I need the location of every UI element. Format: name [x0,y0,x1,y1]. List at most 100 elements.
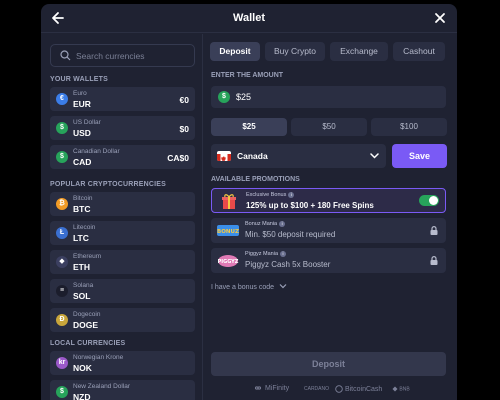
crypto-item-eth[interactable]: ◆ Ethereum ETH [50,250,195,274]
ltc-icon: Ł [56,227,68,239]
quick-amount-25[interactable]: $25 [211,118,287,136]
currency-code: ETH [73,262,90,272]
local-item-nok[interactable]: kr Norwegian Krone NOK [50,351,195,375]
currency-name: New Zealand Dollar [73,383,131,390]
section-local-title: LOCAL CURRENCIES [50,340,126,347]
bitcoincash-icon [335,385,343,393]
tab-exchange[interactable]: Exchange [330,42,388,61]
promotion-piggyz-mania[interactable]: PIGGYZ Piggyz Mania i Piggyz Cash 5x Boos… [211,248,446,273]
currency-code: CAD [73,157,92,167]
currency-code: LTC [73,233,89,243]
payment-logo-bnb: BNB [392,386,410,392]
tab-deposit[interactable]: Deposit [210,42,260,61]
crypto-item-doge[interactable]: Ð Dogecoin DOGE [50,308,195,332]
deposit-button[interactable]: Deposit [211,352,446,376]
close-icon [435,13,445,23]
bonus-code-toggle[interactable]: I have a bonus code [211,283,287,291]
bonus-code-label: I have a bonus code [211,284,275,291]
currency-name: Euro [73,90,87,97]
bnb-icon [392,386,398,392]
info-icon[interactable]: i [288,192,295,198]
usd-icon: $ [56,122,68,134]
country-select[interactable]: Canada [211,144,386,168]
currency-balance: €0 [179,95,189,105]
section-wallets-title: YOUR WALLETS [50,76,109,83]
promotion-text: Piggyz Cash 5x Booster [245,260,331,269]
promotion-tag: Bonuz Mania [245,221,278,227]
currency-code: BTC [73,204,91,214]
currency-sidebar: Search currencies YOUR WALLETS € Euro EUR €… [41,34,203,400]
currency-code: SOL [73,291,91,301]
promotion-exclusive-bonus[interactable]: Exclusive Bonus i 125% up to $100 + 180 F… [211,188,446,213]
wallets-item-eur[interactable]: € Euro EUR €0 [50,87,195,111]
lock-icon [430,226,438,235]
section-crypto-title: POPULAR CRYPTOCURRENCIES [50,181,167,188]
tab-buy-crypto[interactable]: Buy Crypto [265,42,325,61]
currency-name: Ethereum [73,253,102,260]
chevron-down-icon [279,284,287,289]
quick-amount-50[interactable]: $50 [291,118,367,136]
promotion-text: Min. $50 deposit required [245,230,336,239]
currency-balance: $0 [179,124,189,134]
tab-bar: Deposit Buy Crypto Exchange Cashout [210,42,450,61]
tab-cashout[interactable]: Cashout [393,42,445,61]
promotions-label: AVAILABLE PROMOTIONS [211,176,300,183]
lock-icon [430,256,438,265]
wallet-modal: Wallet Search currencies YOUR WALLETS € E… [41,4,457,400]
btc-icon: ₿ [56,198,68,210]
crypto-item-btc[interactable]: ₿ Bitcoin BTC [50,192,195,216]
currency-name: Dogecoin [73,311,101,318]
eur-icon: € [56,93,68,105]
currency-code: NZD [73,392,91,400]
close-button[interactable] [434,10,446,30]
bonuz-mania-logo: BONUZ [217,225,239,236]
amount-field[interactable]: $ $25 [211,86,446,108]
amount-label: ENTER THE AMOUNT [211,72,284,79]
currency-code: DOGE [73,320,99,330]
header: Wallet [41,4,457,33]
search-icon [60,50,71,61]
piggyz-mania-logo: PIGGYZ [218,255,239,267]
payment-logo-cardano: CARDANO [304,386,330,392]
info-icon[interactable]: i [279,221,286,227]
currency-balance: CA$0 [167,153,189,163]
chevron-down-icon [370,150,379,164]
crypto-item-sol[interactable]: ≡ Solana SOL [50,279,195,303]
gift-icon [222,194,236,209]
amount-value[interactable]: $25 [236,92,251,102]
quick-amount-100[interactable]: $100 [371,118,447,136]
currency-name: Norwegian Krone [73,354,124,361]
currency-code: USD [73,128,91,138]
sol-icon: ≡ [56,285,68,297]
local-item-nzd[interactable]: $ New Zealand Dollar NZD [50,380,195,400]
promotion-text: 125% up to $100 + 180 Free Spins [246,201,374,210]
currency-name: Litecoin [73,224,96,231]
promotion-bonuz-mania[interactable]: BONUZ Bonuz Mania i Min. $50 deposit requ… [211,218,446,243]
svg-text:PIGGYZ: PIGGYZ [218,259,239,265]
search-input[interactable]: Search currencies [76,51,145,61]
cad-icon: $ [56,151,68,163]
wallets-item-cad[interactable]: $ Canadian Dollar CAD CA$0 [50,145,195,169]
info-icon[interactable]: i [280,251,287,257]
page-title: Wallet [233,12,265,24]
promotion-toggle[interactable] [419,195,439,206]
currency-name: Bitcoin [73,195,93,202]
country-name: Canada [237,151,268,161]
mifinity-icon [255,386,262,390]
search-box[interactable]: Search currencies [50,44,195,67]
nzd-icon: $ [56,386,68,398]
payment-logo-mifinity: MiFinity [253,385,289,392]
promotion-tag: Exclusive Bonus [246,192,287,198]
eth-icon: ◆ [56,256,68,268]
save-button[interactable]: Save [392,144,447,168]
wallets-item-usd[interactable]: $ US Dollar USD $0 [50,116,195,140]
crypto-item-ltc[interactable]: Ł Litecoin LTC [50,221,195,245]
svg-text:BONUZ: BONUZ [217,229,239,235]
currency-code: EUR [73,99,91,109]
canada-flag-icon [217,151,231,161]
doge-icon: Ð [56,314,68,326]
deposit-panel: Deposit Buy Crypto Exchange Cashout ENTE… [204,34,457,400]
currency-code: NOK [73,363,92,373]
nok-icon: kr [56,357,68,369]
dollar-icon: $ [218,91,230,103]
